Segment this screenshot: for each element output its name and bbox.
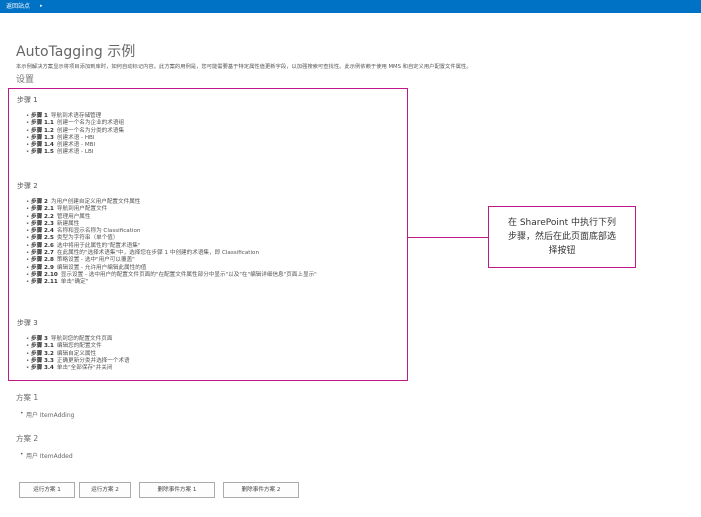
bullet-icon: •: [26, 113, 30, 119]
bullet-icon: •: [26, 365, 30, 372]
step-item: • 步骤 3.4 单击"全部保存"并关闭: [26, 365, 113, 372]
step-list: • 步骤 1 导航到术语存储管理 • 步骤 1.1 创建一个名为企业的术语组 • 步骤 1…: [17, 113, 124, 157]
step-item: • 步骤 2.8 策略设置 - 选中"用户可以覆盖": [26, 257, 135, 264]
step-group-2: 步骤 2 • 步骤 2 为用户创建自定义用户配置文件属性 • 步骤 2.1 导航到用户配…: [17, 181, 317, 287]
bullet-icon: •: [26, 336, 30, 342]
bullet-icon: •: [26, 279, 30, 286]
bullet-icon: •: [26, 213, 30, 220]
step-list: • 步骤 2 为用户创建自定义用户配置文件属性 • 步骤 2.1 导航到用户配置文件 •…: [17, 199, 317, 287]
step-item: • 步骤 2.11 单击"确定": [26, 279, 89, 286]
bullet-icon: •: [26, 127, 30, 134]
caret-right-icon: ▸: [40, 3, 43, 9]
page-description: 本示例解决方案显示将项目添加到库时，如何自动标记内容。此方案的用例是，您可能需要…: [16, 64, 472, 70]
step-item: • 步骤 1.5 创建术语 - LBI: [26, 149, 94, 156]
page-title: AutoTagging 示例: [16, 44, 136, 60]
bullet-icon: •: [26, 271, 30, 278]
bullet-icon: •: [20, 451, 24, 458]
back-to-site-link[interactable]: 返回站点: [6, 0, 30, 13]
run-scenario-2-button[interactable]: 运行方案 2: [79, 482, 131, 498]
step-title: 步骤 1: [17, 96, 38, 104]
step-title: 步骤 2: [17, 182, 38, 190]
bullet-icon: •: [26, 142, 30, 149]
scenario-title: 方案 2: [16, 434, 39, 443]
remove-event-scenario-2-button[interactable]: 删除事件方案 2: [223, 482, 299, 498]
bullet-icon: •: [26, 264, 30, 271]
step-item: • 步骤 2.2 管理用户属性: [26, 213, 91, 220]
remove-event-scenario-1-button[interactable]: 删除事件方案 1: [139, 482, 215, 498]
settings-heading: 设置: [16, 75, 35, 85]
bullet-icon: •: [26, 350, 30, 357]
step-title: 步骤 3: [17, 319, 38, 327]
step-item: • 步骤 1.1 创建一个名为企业的术语组: [26, 120, 125, 127]
scenario-2: 方案 2 • 用户 ItemAdded: [16, 433, 73, 460]
bullet-icon: •: [26, 120, 30, 127]
bullet-icon: •: [20, 410, 24, 417]
run-scenario-1-button[interactable]: 运行方案 1: [19, 482, 75, 498]
bullet-icon: •: [26, 199, 30, 205]
bullet-icon: •: [26, 343, 30, 350]
bullet-icon: •: [26, 149, 30, 156]
bullet-icon: •: [26, 134, 30, 141]
bullet-icon: •: [26, 220, 30, 227]
step-group-1: 步骤 1 • 步骤 1 导航到术语存储管理 • 步骤 1.1 创建一个名为企业的术语组 …: [17, 95, 124, 157]
bullet-icon: •: [26, 235, 30, 242]
step-group-3: 步骤 3 • 步骤 3 导航到您的配置文件页面 • 步骤 3.1 编辑您的配置文件 • 步…: [17, 318, 130, 372]
callout-connector-line: [408, 237, 488, 238]
top-bar: 返回站点 ▸: [0, 0, 701, 13]
step-item: • 步骤 2.9 编辑设置 - 允许用户编辑此属性的值: [26, 264, 147, 271]
scenario-item: • 用户 ItemAdded: [20, 451, 73, 460]
callout-text: 在 SharePoint 中执行下列步骤，然后在此页面底部选择按钮: [507, 218, 617, 256]
step-item: • 步骤 3.2 编辑自定义属性: [26, 350, 97, 357]
bullet-icon: •: [26, 357, 30, 364]
bullet-icon: •: [26, 228, 30, 235]
bullet-icon: •: [26, 206, 30, 213]
scenario-title: 方案 1: [16, 393, 39, 402]
step-item: • 步骤 2.6 选中将用于此属性的"配置术语集": [26, 242, 141, 249]
step-item: • 步骤 1.2 创建一个名为分类的术语集: [26, 127, 125, 134]
scenario-1: 方案 1 • 用户 ItemAdding: [16, 392, 74, 419]
step-item: • 步骤 3.1 编辑您的配置文件: [26, 343, 102, 350]
bullet-icon: •: [26, 242, 30, 249]
bullet-icon: •: [26, 257, 30, 264]
step-item: • 步骤 2.1 导航到用户配置文件: [26, 206, 108, 213]
callout-box: 在 SharePoint 中执行下列步骤，然后在此页面底部选择按钮: [488, 206, 636, 268]
step-item: • 步骤 2.5 类型为字符串（单个值）: [26, 235, 119, 242]
scenario-item: • 用户 ItemAdding: [20, 410, 75, 419]
settings-highlight-box: 步骤 1 • 步骤 1 导航到术语存储管理 • 步骤 1.1 创建一个名为企业的术语组 …: [8, 88, 408, 381]
step-list: • 步骤 3 导航到您的配置文件页面 • 步骤 3.1 编辑您的配置文件 • 步骤 3.2…: [17, 336, 130, 372]
bullet-icon: •: [26, 250, 30, 257]
